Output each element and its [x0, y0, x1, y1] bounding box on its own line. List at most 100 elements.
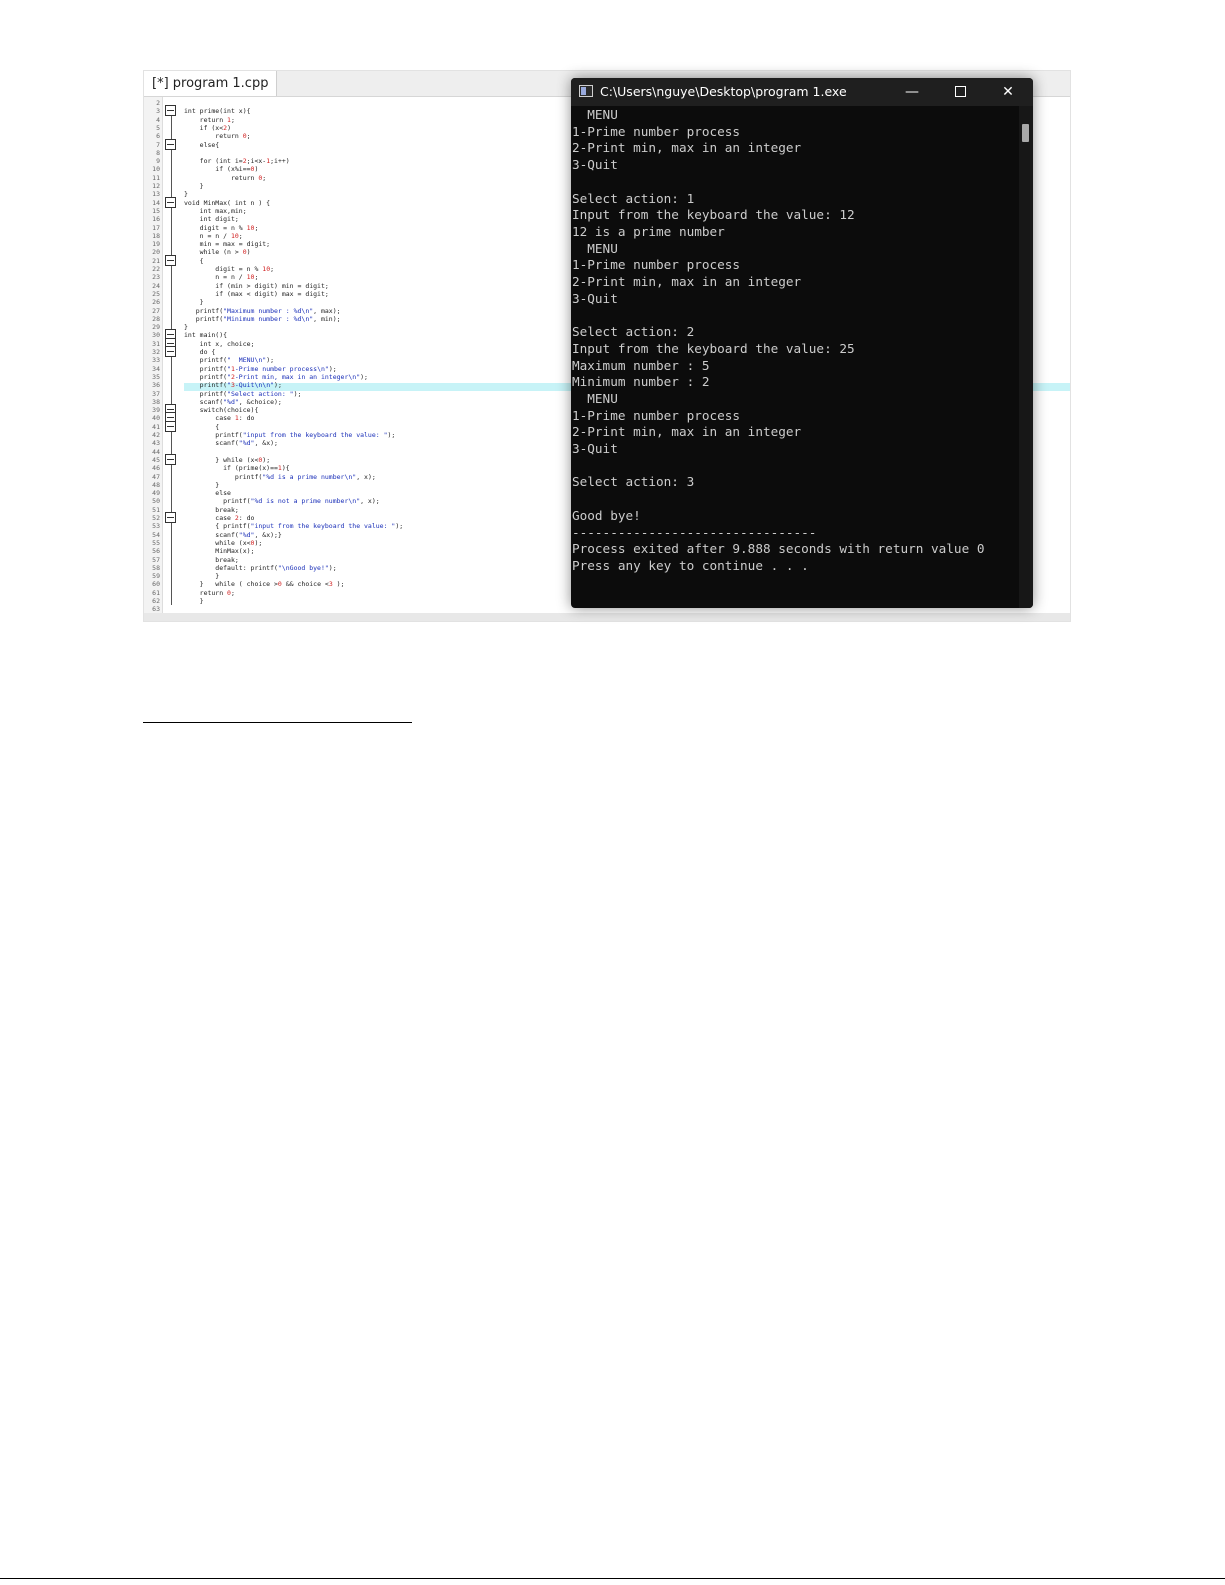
code-line: int main(){ — [184, 331, 228, 340]
fold-minus-icon[interactable] — [165, 254, 176, 266]
console-line: MENU — [572, 390, 618, 406]
code-line: } — [184, 182, 204, 190]
line-number: 20 — [152, 248, 160, 257]
line-number: 49 — [152, 489, 160, 498]
console-line: Select action: 2 — [572, 324, 695, 340]
line-number: 26 — [152, 298, 160, 307]
console-line: Minimum number : 2 — [572, 374, 710, 390]
code-line: printf("3-Quit\n\n"); — [184, 381, 282, 390]
line-number: 22 — [152, 265, 160, 273]
maximize-button[interactable] — [937, 78, 983, 106]
code-line: int max,min; — [184, 206, 247, 215]
console-line: 1-Prime number process — [572, 257, 741, 273]
line-number: 36 — [152, 381, 160, 390]
console-line: Good bye! — [572, 507, 641, 523]
code-line: } — [184, 572, 220, 581]
line-number: 28 — [152, 314, 160, 323]
line-number: 27 — [152, 306, 160, 315]
fold-minus-icon[interactable] — [165, 105, 176, 117]
code-line: do { — [184, 348, 216, 356]
fold-minus-icon[interactable] — [165, 346, 176, 357]
console-line: 1-Prime number process — [572, 407, 741, 423]
line-number: 10 — [152, 165, 160, 174]
code-line: } — [184, 190, 188, 199]
code-line: digit = n % 10; — [184, 265, 275, 273]
console-window[interactable]: C:\Users\nguye\Desktop\program 1.exe — ✕… — [571, 78, 1033, 608]
line-number: 40 — [152, 414, 160, 423]
line-number: 5 — [156, 123, 160, 132]
code-line: return 0; — [184, 588, 235, 597]
code-line: scanf("%d", &choice); — [184, 397, 282, 406]
console-line: MENU — [572, 107, 618, 122]
maximize-icon — [954, 85, 966, 97]
page-bottom-rule — [0, 1578, 1225, 1579]
line-number: 51 — [152, 505, 160, 514]
console-line: 12 is a prime number — [572, 223, 725, 239]
line-number: 43 — [152, 439, 160, 448]
console-scrollbar[interactable] — [1019, 106, 1033, 608]
line-number: 41 — [152, 422, 160, 431]
line-number: 21 — [152, 256, 160, 265]
line-number: 7 — [156, 140, 160, 149]
line-number: 46 — [152, 464, 160, 473]
console-line: 2-Print min, max in an integer — [572, 274, 802, 289]
code-line: switch(choice){ — [184, 406, 259, 415]
line-number: 12 — [152, 182, 160, 190]
fold-minus-icon[interactable] — [165, 138, 176, 150]
line-number: 29 — [152, 323, 160, 332]
line-number: 34 — [152, 364, 160, 373]
line-number: 25 — [152, 289, 160, 298]
line-number: 58 — [152, 563, 160, 572]
code-line: { printf("input from the keyboard the va… — [184, 522, 404, 531]
tab-program-1-cpp[interactable]: [*] program 1.cpp — [144, 71, 278, 96]
line-number: 57 — [152, 555, 160, 564]
code-line: scanf("%d", &x); — [184, 439, 278, 448]
code-line: int x, choice; — [184, 339, 255, 348]
window-title: C:\Users\nguye\Desktop\program 1.exe — [600, 84, 847, 99]
code-line: if (max < digit) max = digit; — [184, 289, 329, 298]
horizontal-rule — [143, 722, 412, 723]
code-line: return 0; — [184, 132, 251, 141]
console-line: Select action: 1 — [572, 190, 695, 206]
line-number: 9 — [156, 157, 160, 166]
line-number: 31 — [152, 339, 160, 348]
line-number: 54 — [152, 530, 160, 539]
console-line: 3-Quit — [572, 290, 618, 306]
line-number: 11 — [152, 173, 160, 182]
fold-minus-icon[interactable] — [165, 512, 176, 523]
code-line: while (x<0); — [184, 538, 263, 547]
console-titlebar[interactable]: C:\Users\nguye\Desktop\program 1.exe — ✕ — [571, 78, 1033, 106]
console-line: MENU — [572, 240, 618, 256]
code-line: printf(" MENU\n"); — [184, 356, 275, 365]
line-number: 48 — [152, 480, 160, 489]
code-line: min = max = digit; — [184, 240, 271, 249]
scrollbar-thumb[interactable] — [1022, 124, 1029, 142]
fold-minus-icon[interactable] — [165, 453, 176, 465]
console-output: MENU 1-Prime number process 2-Print min, m… — [571, 106, 1017, 608]
fold-minus-icon[interactable] — [165, 196, 176, 208]
line-number: 24 — [152, 281, 160, 290]
code-line: else — [184, 489, 231, 498]
line-number: 17 — [152, 223, 160, 232]
console-line: -------------------------------- — [572, 524, 817, 540]
close-button[interactable]: ✕ — [985, 78, 1031, 106]
line-number: 2 — [156, 99, 160, 107]
console-line: 3-Quit — [572, 157, 618, 173]
fold-minus-icon[interactable] — [165, 420, 176, 432]
code-line: } — [184, 298, 204, 307]
line-number: 15 — [152, 206, 160, 215]
line-number: 33 — [152, 356, 160, 365]
editor-scrollbar[interactable] — [144, 613, 1070, 621]
code-line: printf("2-Print min, max in an integer\n… — [184, 372, 368, 381]
line-number: 8 — [156, 148, 160, 157]
code-line: if (min > digit) min = digit; — [184, 281, 329, 290]
line-number: 55 — [152, 538, 160, 547]
line-number: 14 — [152, 198, 160, 207]
code-line: void MinMax( int n ) { — [184, 198, 271, 207]
code-line: if (prime(x)==1){ — [184, 464, 290, 473]
code-line: break; — [184, 505, 239, 514]
code-line: for (int i=2;i<x-1;i++) — [184, 157, 290, 166]
line-number: 62 — [152, 597, 160, 605]
code-line: digit = n % 10; — [184, 223, 259, 232]
minimize-button[interactable]: — — [889, 78, 935, 106]
